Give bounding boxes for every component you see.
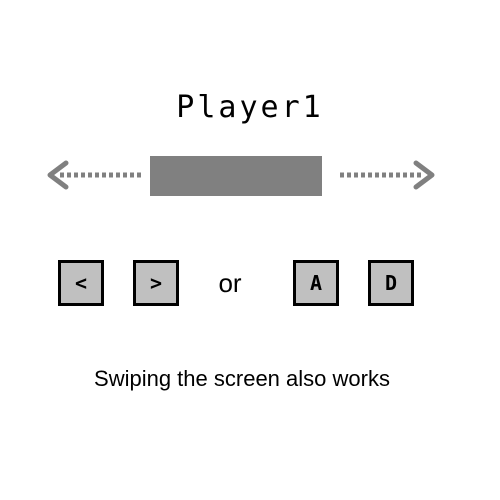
player-name: Player1 bbox=[176, 90, 324, 125]
swipe-hint: Swiping the screen also works bbox=[94, 366, 390, 391]
player-paddle[interactable] bbox=[150, 156, 322, 196]
a-key-label: A bbox=[309, 271, 323, 295]
dotted-arrow-right-icon bbox=[340, 160, 435, 190]
dotted-arrow-left-icon bbox=[47, 160, 142, 190]
right-arrow-key[interactable]: > bbox=[133, 260, 179, 306]
or-separator: or bbox=[218, 268, 242, 298]
left-arrow-key[interactable]: < bbox=[58, 260, 104, 306]
d-key[interactable]: D bbox=[368, 260, 414, 306]
right-arrow-key-label: > bbox=[149, 271, 163, 295]
tutorial-screen: Player1 < > or A D Swiping the screen al… bbox=[0, 0, 500, 500]
a-key[interactable]: A bbox=[293, 260, 339, 306]
d-key-label: D bbox=[384, 271, 398, 295]
left-arrow-key-label: < bbox=[74, 271, 88, 295]
